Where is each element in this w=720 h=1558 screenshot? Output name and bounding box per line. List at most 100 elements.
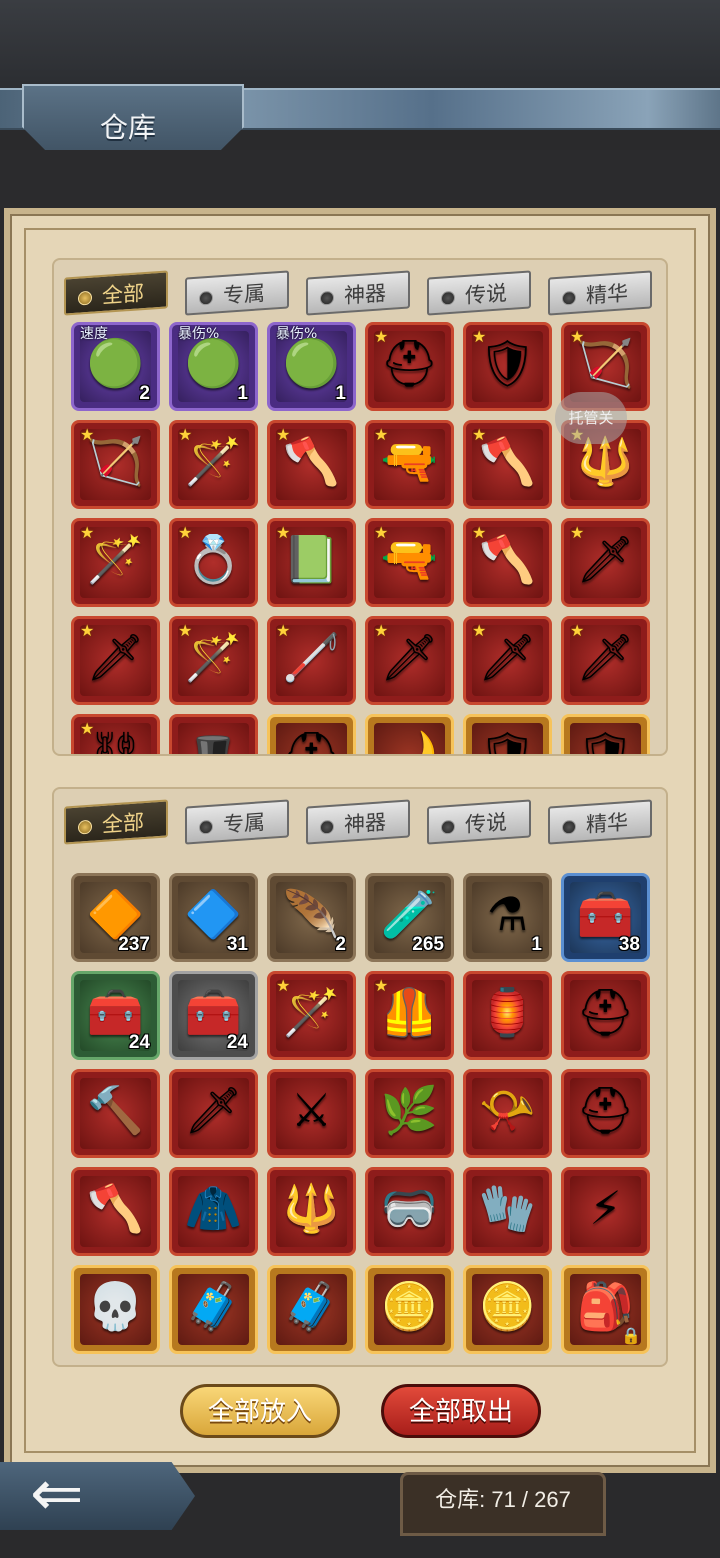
star-icon: ★	[472, 621, 487, 640]
auto-manage-toggle[interactable]: 托管关	[555, 392, 627, 444]
item-slot-axe[interactable]: 🪓 ★	[267, 420, 356, 509]
item-slot-gold-helm[interactable]: ⛑	[267, 714, 356, 754]
item-slot-crit-gem-2[interactable]: 🟢 暴伤% 1	[267, 322, 356, 411]
item-slot-sword[interactable]: ⚔	[267, 1069, 356, 1158]
store-all-button[interactable]: 全部放入	[180, 1384, 340, 1438]
tab-indicator-icon	[441, 819, 455, 835]
item-slot-green-blade[interactable]: 🌿	[365, 1069, 454, 1158]
shield-icon: 🛡	[478, 728, 537, 756]
item-slot-staff[interactable]: 🪄 ★	[169, 420, 258, 509]
item-slot-hammer[interactable]: 🔨	[71, 1069, 160, 1158]
item-slot-potion-small[interactable]: ⚗ 1	[463, 873, 552, 962]
item-slot-dark-helm[interactable]: ⛑ ★	[365, 322, 454, 411]
soul-icon: 🔷	[184, 887, 243, 941]
item-slot-orb-wand[interactable]: 🪄 ★	[71, 518, 160, 607]
item-slot-chest-green[interactable]: 🧰 24	[71, 971, 160, 1060]
item-slot-lantern[interactable]: 🏮	[463, 971, 552, 1060]
star-icon: ★	[472, 523, 487, 542]
item-slot-gold-shield-1[interactable]: 🛡	[463, 714, 552, 756]
item-slot-cloak[interactable]: 🧥	[169, 1167, 258, 1256]
item-slot-lance-3[interactable]: 🗡 ★	[561, 616, 650, 705]
item-slot-ring[interactable]: 💍 ★	[169, 518, 258, 607]
star-icon: ★	[178, 425, 193, 444]
chest-icon: 🧰	[86, 985, 145, 1039]
item-slot-spellbook[interactable]: 📗 ★	[267, 518, 356, 607]
item-count: 1	[237, 383, 248, 404]
item-slot-lightning-blade[interactable]: ⚡	[561, 1167, 650, 1256]
item-slot-winged-amulet-1[interactable]: 🪙	[365, 1265, 454, 1354]
item-slot-crossbow[interactable]: 🏹 ★	[71, 420, 160, 509]
tab-0[interactable]: 全部	[64, 799, 168, 845]
item-slot-chest-blue[interactable]: 🧰 38	[561, 873, 650, 962]
star-icon: ★	[374, 425, 389, 444]
lantern-icon: 🏮	[478, 985, 537, 1039]
item-slot-medkit-2[interactable]: 🧳	[267, 1265, 356, 1354]
item-slot-potion-large[interactable]: 🧪 265	[365, 873, 454, 962]
tab-1[interactable]: 专属	[185, 799, 289, 845]
star-icon: ★	[472, 425, 487, 444]
tab-label: 传说	[465, 810, 507, 837]
shield-icon: 🛡	[576, 728, 635, 756]
skull-icon: 💀	[86, 1279, 145, 1333]
item-slot-spear-tip[interactable]: 🔱	[267, 1167, 356, 1256]
item-slot-winged-amulet-2[interactable]: 🪙	[463, 1265, 552, 1354]
tab-4[interactable]: 精华	[548, 799, 652, 845]
inventory-panel[interactable]: 全部 专属 神器 传说 精华 🔶 237 🔷 31 🪶 2 🧪 265 ⚗ 1 🧰 38 🧰 24 🧰 24 🪄 ★ 🦺 ★ 🏮…	[52, 787, 668, 1367]
item-slot-scepter[interactable]: 🪄 ★	[169, 616, 258, 705]
item-slot-red-hat[interactable]: 🎩	[169, 714, 258, 754]
item-slot-cane[interactable]: 🦯 ★	[267, 616, 356, 705]
tab-3[interactable]: 传说	[427, 270, 531, 316]
item-slot-chain-item[interactable]: ⛓ ★	[71, 714, 160, 754]
star-icon: ★	[374, 621, 389, 640]
item-slot-knight-helm[interactable]: ⛑	[561, 1069, 650, 1158]
feather-icon: 🪶	[282, 887, 341, 941]
item-slot-rune-stone[interactable]: 🔶 237	[71, 873, 160, 962]
item-slot-armor[interactable]: 🦺 ★	[365, 971, 454, 1060]
tab-2[interactable]: 神器	[306, 799, 410, 845]
item-slot-rapier-2[interactable]: 🗡 ★	[71, 616, 160, 705]
tab-4[interactable]: 精华	[548, 270, 652, 316]
green-gem-icon: 🟢	[86, 336, 145, 390]
item-slot-hood[interactable]: ⛑	[561, 971, 650, 1060]
storage-panel[interactable]: 全部 专属 神器 传说 精华 🟢 速度 2 🟢 暴伤% 1 🟢 暴伤% 1 ⛑ ★ 🛡 ★ 🏹 ★ 🏹 ★ 🪄 ★ 🪓 ★ 🔫 ★ 🪓…	[52, 258, 668, 756]
item-slot-leather-bag[interactable]: 🎒 🔒	[561, 1265, 650, 1354]
item-slot-gold-scythe[interactable]: 🌙	[365, 714, 454, 754]
item-slot-rapier[interactable]: 🗡 ★	[561, 518, 650, 607]
item-slot-pistol[interactable]: 🔫 ★	[365, 518, 454, 607]
helmet-icon: ⛑	[576, 1083, 635, 1137]
item-slot-horn[interactable]: 📯	[463, 1069, 552, 1158]
item-slot-fire-axe[interactable]: 🪓 ★	[463, 420, 552, 509]
tab-3[interactable]: 传说	[427, 799, 531, 845]
item-slot-lance-2[interactable]: 🗡 ★	[463, 616, 552, 705]
item-slot-chest-gray[interactable]: 🧰 24	[169, 971, 258, 1060]
item-slot-shield[interactable]: 🛡 ★	[463, 322, 552, 411]
item-slot-staff[interactable]: 🪄 ★	[267, 971, 356, 1060]
item-slot-lance-1[interactable]: 🗡 ★	[365, 616, 454, 705]
lightning-icon: ⚡	[589, 1181, 622, 1235]
tab-1[interactable]: 专属	[185, 270, 289, 316]
green-gem-icon: 🟢	[282, 336, 341, 390]
item-slot-dagger[interactable]: 🗡	[169, 1069, 258, 1158]
tab-2[interactable]: 神器	[306, 270, 410, 316]
item-slot-war-axe[interactable]: 🪓	[71, 1167, 160, 1256]
take-all-button[interactable]: 全部取出	[381, 1384, 541, 1438]
star-icon: ★	[570, 523, 585, 542]
item-slot-rifle[interactable]: 🔫 ★	[365, 420, 454, 509]
item-slot-crit-gem-1[interactable]: 🟢 暴伤% 1	[169, 322, 258, 411]
potion-icon: 🧪	[380, 887, 439, 941]
item-slot-gauntlet[interactable]: 🧤	[463, 1167, 552, 1256]
item-slot-medkit-1[interactable]: 🧳	[169, 1265, 258, 1354]
item-slot-skull-cape[interactable]: 💀	[71, 1265, 160, 1354]
status-area	[0, 0, 720, 90]
inventory-grid[interactable]: 🔶 237 🔷 31 🪶 2 🧪 265 ⚗ 1 🧰 38 🧰 24 🧰 24 🪄 ★ 🦺 ★ 🏮 ⛑ 🔨 🗡 ⚔ 🌿 📯 ⛑ 🪓 🧥 🔱 🥽…	[71, 873, 651, 1365]
tab-label: 神器	[344, 810, 386, 837]
item-slot-goggles[interactable]: 🥽	[365, 1167, 454, 1256]
item-slot-speed-gem[interactable]: 🟢 速度 2	[71, 322, 160, 411]
item-slot-soul-stone[interactable]: 🔷 31	[169, 873, 258, 962]
item-slot-feather[interactable]: 🪶 2	[267, 873, 356, 962]
horn-icon: 📯	[478, 1083, 537, 1137]
page-title: 仓库	[100, 111, 157, 144]
item-slot-double-axe[interactable]: 🪓 ★	[463, 518, 552, 607]
tab-0[interactable]: 全部	[64, 270, 168, 316]
item-slot-gold-shield-2[interactable]: 🛡	[561, 714, 650, 756]
